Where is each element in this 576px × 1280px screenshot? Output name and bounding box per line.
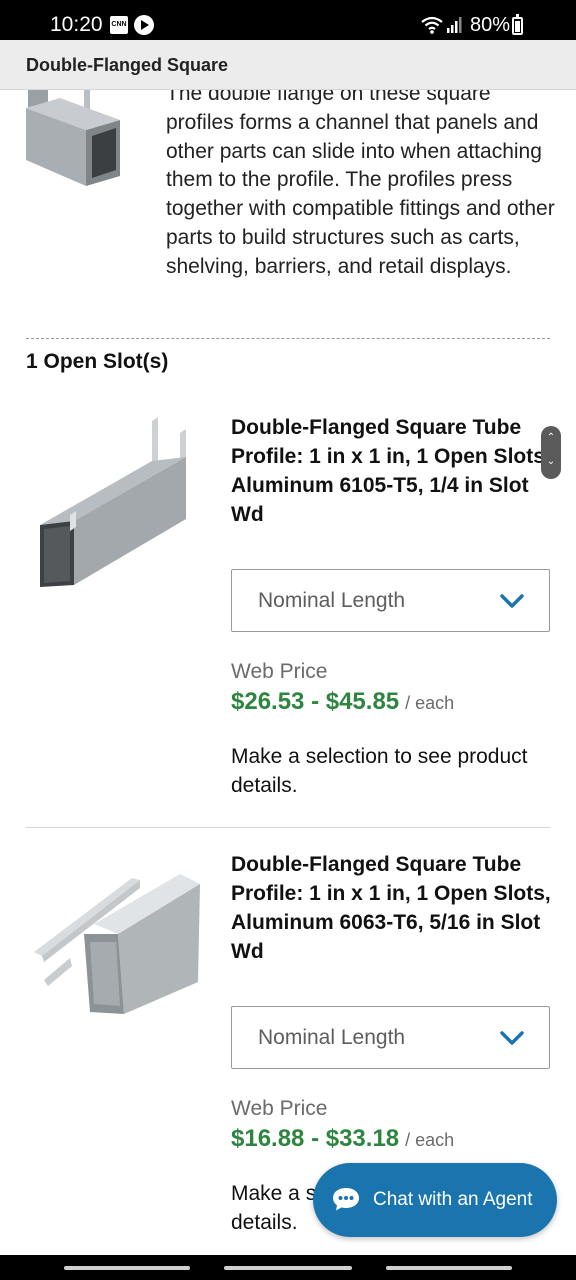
section-heading: 1 Open Slot(s) (26, 350, 169, 373)
wifi-icon (421, 16, 443, 34)
product-title[interactable]: Double-Flanged Square Tube Profile: 1 in… (231, 850, 556, 966)
product-image[interactable] (30, 862, 200, 1042)
system-nav-bar (0, 1255, 576, 1280)
battery-percent: 80% (470, 14, 511, 36)
price-label: Web Price (231, 1097, 328, 1120)
product-divider (26, 827, 550, 828)
page-header: Double-Flanged Square (0, 40, 576, 90)
chat-bubble-icon (333, 1188, 359, 1211)
price-unit: / each (405, 693, 455, 713)
select-label: Nominal Length (258, 589, 406, 612)
nav-handle[interactable] (224, 1266, 352, 1270)
chat-button-label: Chat with an Agent (373, 1189, 533, 1210)
battery-icon (512, 14, 523, 35)
selection-note: Make a selection to see product details. (231, 745, 528, 797)
select-label: Nominal Length (258, 1026, 406, 1049)
content-area[interactable]: The double flange on these square profil… (0, 90, 576, 1255)
scroll-handle[interactable]: ⌃ ⌄ (541, 426, 561, 479)
intro-description: The double flange on these square profil… (166, 90, 555, 278)
signal-icon (447, 17, 462, 33)
section-divider (26, 338, 550, 339)
profile-image (26, 90, 120, 186)
nominal-length-select[interactable]: Nominal Length (231, 1006, 550, 1069)
product-image[interactable] (30, 415, 200, 595)
play-icon (134, 15, 154, 35)
product-title[interactable]: Double-Flanged Square Tube Profile: 1 in… (231, 413, 556, 529)
price-row: $16.88 - $33.18/ each (231, 1125, 454, 1153)
price-label: Web Price (231, 660, 328, 683)
price-value: $16.88 - $33.18 (231, 1125, 400, 1152)
chat-with-agent-button[interactable]: Chat with an Agent (313, 1163, 557, 1237)
nav-handle[interactable] (386, 1266, 512, 1270)
chevron-down-icon (500, 1031, 524, 1045)
nav-handle[interactable] (64, 1266, 190, 1270)
page-title: Double-Flanged Square (26, 55, 229, 75)
price-unit: / each (405, 1130, 455, 1150)
cnn-icon: CNN (110, 16, 128, 34)
chevron-down-icon (500, 594, 524, 608)
nominal-length-select[interactable]: Nominal Length (231, 569, 550, 632)
price-row: $26.53 - $45.85/ each (231, 688, 454, 716)
price-value: $26.53 - $45.85 (231, 688, 400, 715)
status-time: 10:20 (50, 13, 103, 36)
